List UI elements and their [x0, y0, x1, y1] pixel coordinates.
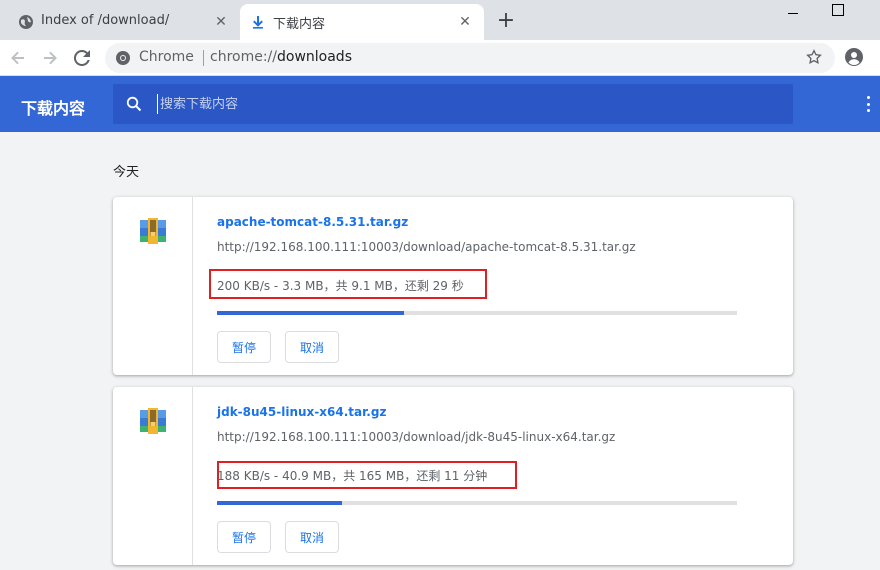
pause-button[interactable]: 暂停 — [217, 331, 272, 363]
url-scheme: chrome:// — [210, 49, 277, 65]
tab-strip: Index of /download/ ✕ 下载内容 ✕ + — [0, 0, 880, 40]
search-icon — [126, 96, 142, 112]
minimize-button[interactable] — [782, 5, 806, 21]
page-chip: Chrome — [139, 49, 194, 65]
back-button[interactable] — [6, 46, 30, 70]
download-icon — [250, 14, 266, 30]
forward-arrow-icon — [44, 51, 57, 65]
progress-bar — [217, 501, 737, 505]
more-menu-icon[interactable] — [864, 96, 872, 112]
progress-bar — [217, 311, 737, 315]
browser-toolbar: Chrome chrome://downloads — [0, 40, 880, 76]
url-path: downloads — [277, 49, 352, 65]
bookmark-star-icon[interactable] — [805, 48, 823, 66]
reload-icon — [74, 50, 90, 66]
page-title: 下载内容 — [21, 99, 86, 118]
tab-downloads[interactable]: 下载内容 ✕ — [240, 4, 484, 40]
cancel-button[interactable]: 取消 — [285, 331, 340, 363]
archive-file-icon — [137, 214, 169, 246]
chrome-icon — [115, 50, 131, 66]
icon-column — [113, 197, 193, 375]
download-status: 200 KB/s - 3.3 MB，共 9.1 MB，还剩 29 秒 — [217, 279, 464, 293]
file-name-link[interactable]: apache-tomcat-8.5.31.tar.gz — [217, 215, 408, 229]
cancel-button[interactable]: 取消 — [285, 521, 340, 553]
date-section-label: 今天 — [113, 165, 140, 180]
reload-button[interactable] — [70, 46, 94, 70]
downloads-header: 下载内容 — [0, 76, 880, 132]
new-tab-button[interactable]: + — [494, 10, 518, 34]
tab-index-download[interactable]: Index of /download/ ✕ — [8, 4, 240, 40]
progress-fill — [217, 311, 405, 315]
download-item: apache-tomcat-8.5.31.tar.gz http://192.1… — [113, 197, 793, 375]
profile-avatar-icon[interactable] — [844, 47, 864, 67]
search-input[interactable] — [157, 94, 757, 114]
file-url[interactable]: http://192.168.100.111:10003/download/ap… — [217, 240, 636, 254]
close-tab-icon[interactable]: ✕ — [456, 13, 474, 31]
file-name-link[interactable]: jdk-8u45-linux-x64.tar.gz — [217, 405, 386, 419]
url-text: chrome://downloads — [210, 49, 352, 65]
progress-fill — [217, 501, 342, 505]
download-status: 188 KB/s - 40.9 MB，共 165 MB，还剩 11 分钟 — [217, 469, 488, 483]
tab-title: 下载内容 — [273, 17, 326, 32]
tab-title: Index of /download/ — [41, 13, 170, 28]
forward-button[interactable] — [38, 46, 62, 70]
back-arrow-icon — [11, 51, 24, 65]
close-tab-icon[interactable]: ✕ — [212, 13, 230, 31]
file-url[interactable]: http://192.168.100.111:10003/download/jd… — [217, 430, 615, 444]
maximize-button[interactable] — [832, 4, 844, 16]
icon-column — [113, 387, 193, 565]
address-bar[interactable]: Chrome chrome://downloads — [105, 43, 835, 73]
pause-button[interactable]: 暂停 — [217, 521, 272, 553]
divider — [203, 50, 204, 66]
archive-file-icon — [137, 404, 169, 436]
search-box[interactable] — [113, 84, 793, 124]
download-item: jdk-8u45-linux-x64.tar.gz http://192.168… — [113, 387, 793, 565]
globe-icon — [18, 14, 34, 30]
